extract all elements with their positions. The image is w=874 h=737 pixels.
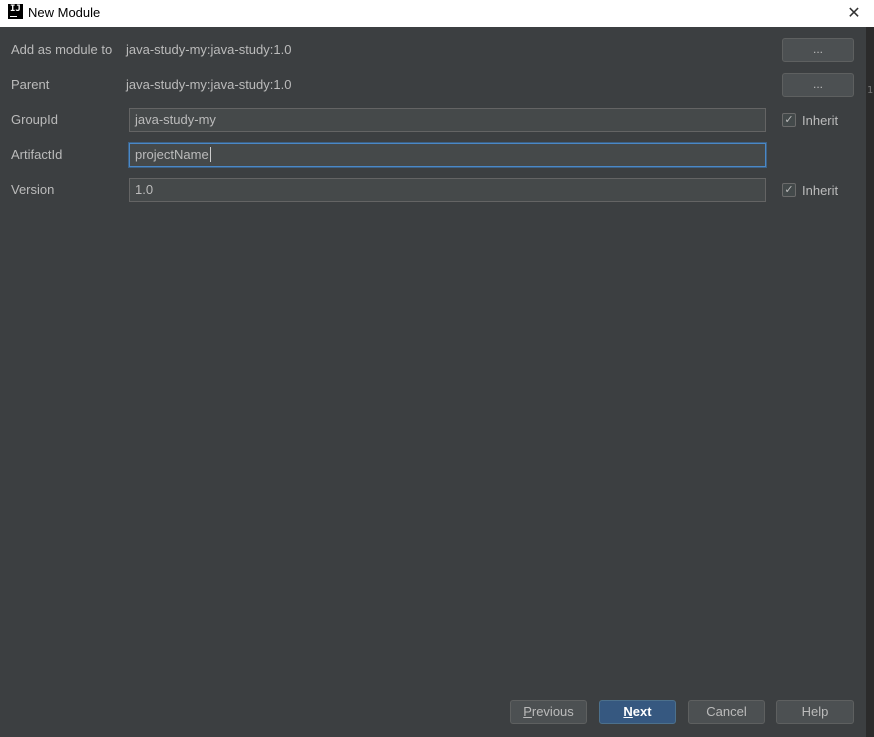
version-inherit-checkbox[interactable]: ✓: [782, 183, 796, 197]
group-id-label: GroupId: [11, 112, 58, 127]
version-field[interactable]: 1.0: [129, 178, 766, 202]
add-as-module-label: Add as module to: [11, 42, 113, 57]
add-as-module-value: java-study-my:java-study:1.0: [126, 42, 292, 57]
parent-value: java-study-my:java-study:1.0: [126, 77, 292, 92]
add-as-module-browse-button[interactable]: ...: [782, 38, 854, 62]
artifact-id-label: ArtifactId: [11, 147, 63, 162]
cancel-button[interactable]: Cancel: [688, 700, 765, 724]
next-label-rest: ext: [632, 704, 652, 719]
previous-label-rest: revious: [531, 704, 574, 719]
artifact-id-field[interactable]: projectName: [129, 143, 766, 167]
close-icon[interactable]: ✕: [842, 2, 866, 24]
edge-fragment: 1: [867, 85, 874, 96]
window-title: New Module: [28, 5, 101, 20]
previous-button[interactable]: Previous: [510, 700, 587, 724]
group-id-value: java-study-my: [135, 112, 216, 127]
help-button[interactable]: Help: [776, 700, 854, 724]
intellij-app-icon: IJ: [8, 4, 23, 19]
version-inherit-label[interactable]: Inherit: [802, 183, 838, 198]
version-label: Version: [11, 182, 55, 197]
parent-browse-button[interactable]: ...: [782, 73, 854, 97]
next-mnemonic: N: [623, 704, 633, 719]
background-window-edge: 1: [866, 27, 874, 737]
parent-label: Parent: [11, 77, 50, 92]
title-bar: IJ New Module ✕: [0, 0, 874, 27]
next-button[interactable]: Next: [599, 700, 676, 724]
text-caret: [209, 147, 211, 162]
group-id-inherit-checkbox[interactable]: ✓: [782, 113, 796, 127]
group-id-inherit-label[interactable]: Inherit: [802, 113, 838, 128]
artifact-id-value: projectName: [135, 147, 209, 162]
previous-mnemonic: P: [523, 704, 532, 719]
version-value: 1.0: [135, 182, 154, 197]
app-icon-text: IJ: [10, 4, 21, 14]
group-id-field[interactable]: java-study-my: [129, 108, 766, 132]
